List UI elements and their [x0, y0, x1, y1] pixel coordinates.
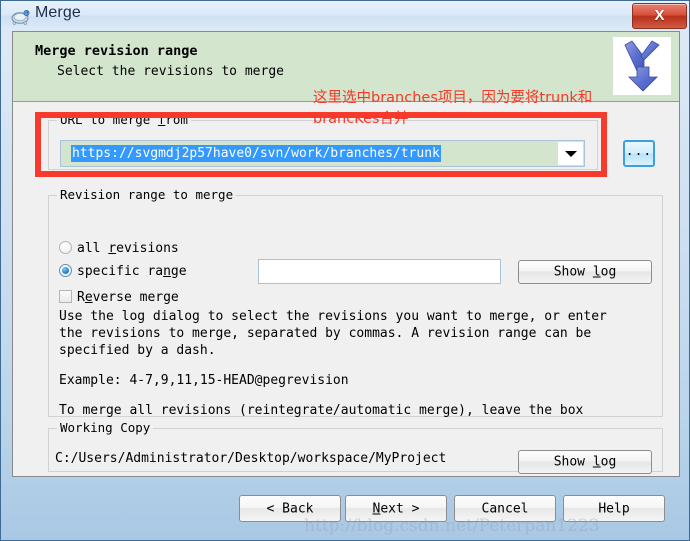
next-button[interactable]: Next > — [345, 495, 447, 522]
title-bar: Merge X — [1, 1, 689, 30]
revision-range-group-label: Revision range to merge — [57, 187, 237, 202]
radio-all-revisions-indicator[interactable] — [59, 241, 72, 254]
show-log-button-revisions[interactable]: Show log — [518, 260, 652, 284]
merge-dialog-window: Merge X Merge revision range Select the … — [0, 0, 690, 541]
url-group-label: URL to merge from — [57, 112, 191, 127]
radio-all-revisions[interactable]: all revisions — [59, 241, 179, 256]
tortoisesvn-turtle-icon — [10, 6, 30, 26]
dialog-client-area: Merge revision range Select the revision… — [12, 31, 680, 477]
radio-specific-range[interactable]: specific range — [59, 264, 187, 279]
radio-specific-range-indicator[interactable] — [59, 264, 72, 277]
back-button-label: < Back — [266, 501, 314, 516]
merge-arrow-icon — [613, 37, 671, 95]
show-log-button-revisions-label: Show log — [553, 264, 617, 280]
window-title: Merge — [35, 4, 81, 21]
browse-button-label: ... — [625, 144, 653, 159]
show-log-button-working-copy[interactable]: Show log — [518, 450, 652, 474]
help-button[interactable]: Help — [563, 495, 665, 522]
revision-reintegrate-text: To merge all revisions (reintegrate/auto… — [59, 403, 584, 418]
revision-help-text: Use the log dialog to select the revisio… — [59, 309, 607, 358]
cancel-button[interactable]: Cancel — [454, 495, 556, 522]
close-icon: X — [654, 7, 665, 24]
header-banner: Merge revision range Select the revision… — [13, 32, 679, 102]
browse-url-button[interactable]: ... — [623, 140, 655, 167]
checkbox-reverse-merge[interactable]: Reverse merge — [59, 290, 179, 305]
working-copy-path: C:/Users/Administrator/Desktop/workspace… — [55, 451, 447, 466]
help-button-label: Help — [598, 501, 630, 516]
show-log-button-working-copy-label: Show log — [553, 454, 617, 470]
dialog-footer: < Back Next > Cancel Help — [2, 479, 689, 540]
revision-example-text: Example: 4-7,9,11,15-HEAD@pegrevision — [59, 373, 349, 388]
checkbox-reverse-merge-indicator[interactable] — [59, 290, 72, 303]
back-button[interactable]: < Back — [239, 495, 341, 522]
revision-range-input[interactable] — [258, 259, 501, 284]
url-combobox[interactable]: https://svgmdj2p57have0/svn/work/branche… — [60, 140, 585, 167]
close-button[interactable]: X — [632, 3, 687, 29]
next-button-label: Next > — [372, 501, 420, 516]
chevron-down-glyph — [565, 151, 577, 157]
banner-subtitle: Select the revisions to merge — [57, 64, 284, 79]
working-copy-group-label: Working Copy — [57, 420, 154, 435]
cancel-button-label: Cancel — [481, 501, 529, 516]
banner-title: Merge revision range — [35, 43, 198, 59]
url-input-value[interactable]: https://svgmdj2p57have0/svn/work/branche… — [71, 145, 441, 162]
chevron-down-icon[interactable] — [558, 142, 583, 165]
